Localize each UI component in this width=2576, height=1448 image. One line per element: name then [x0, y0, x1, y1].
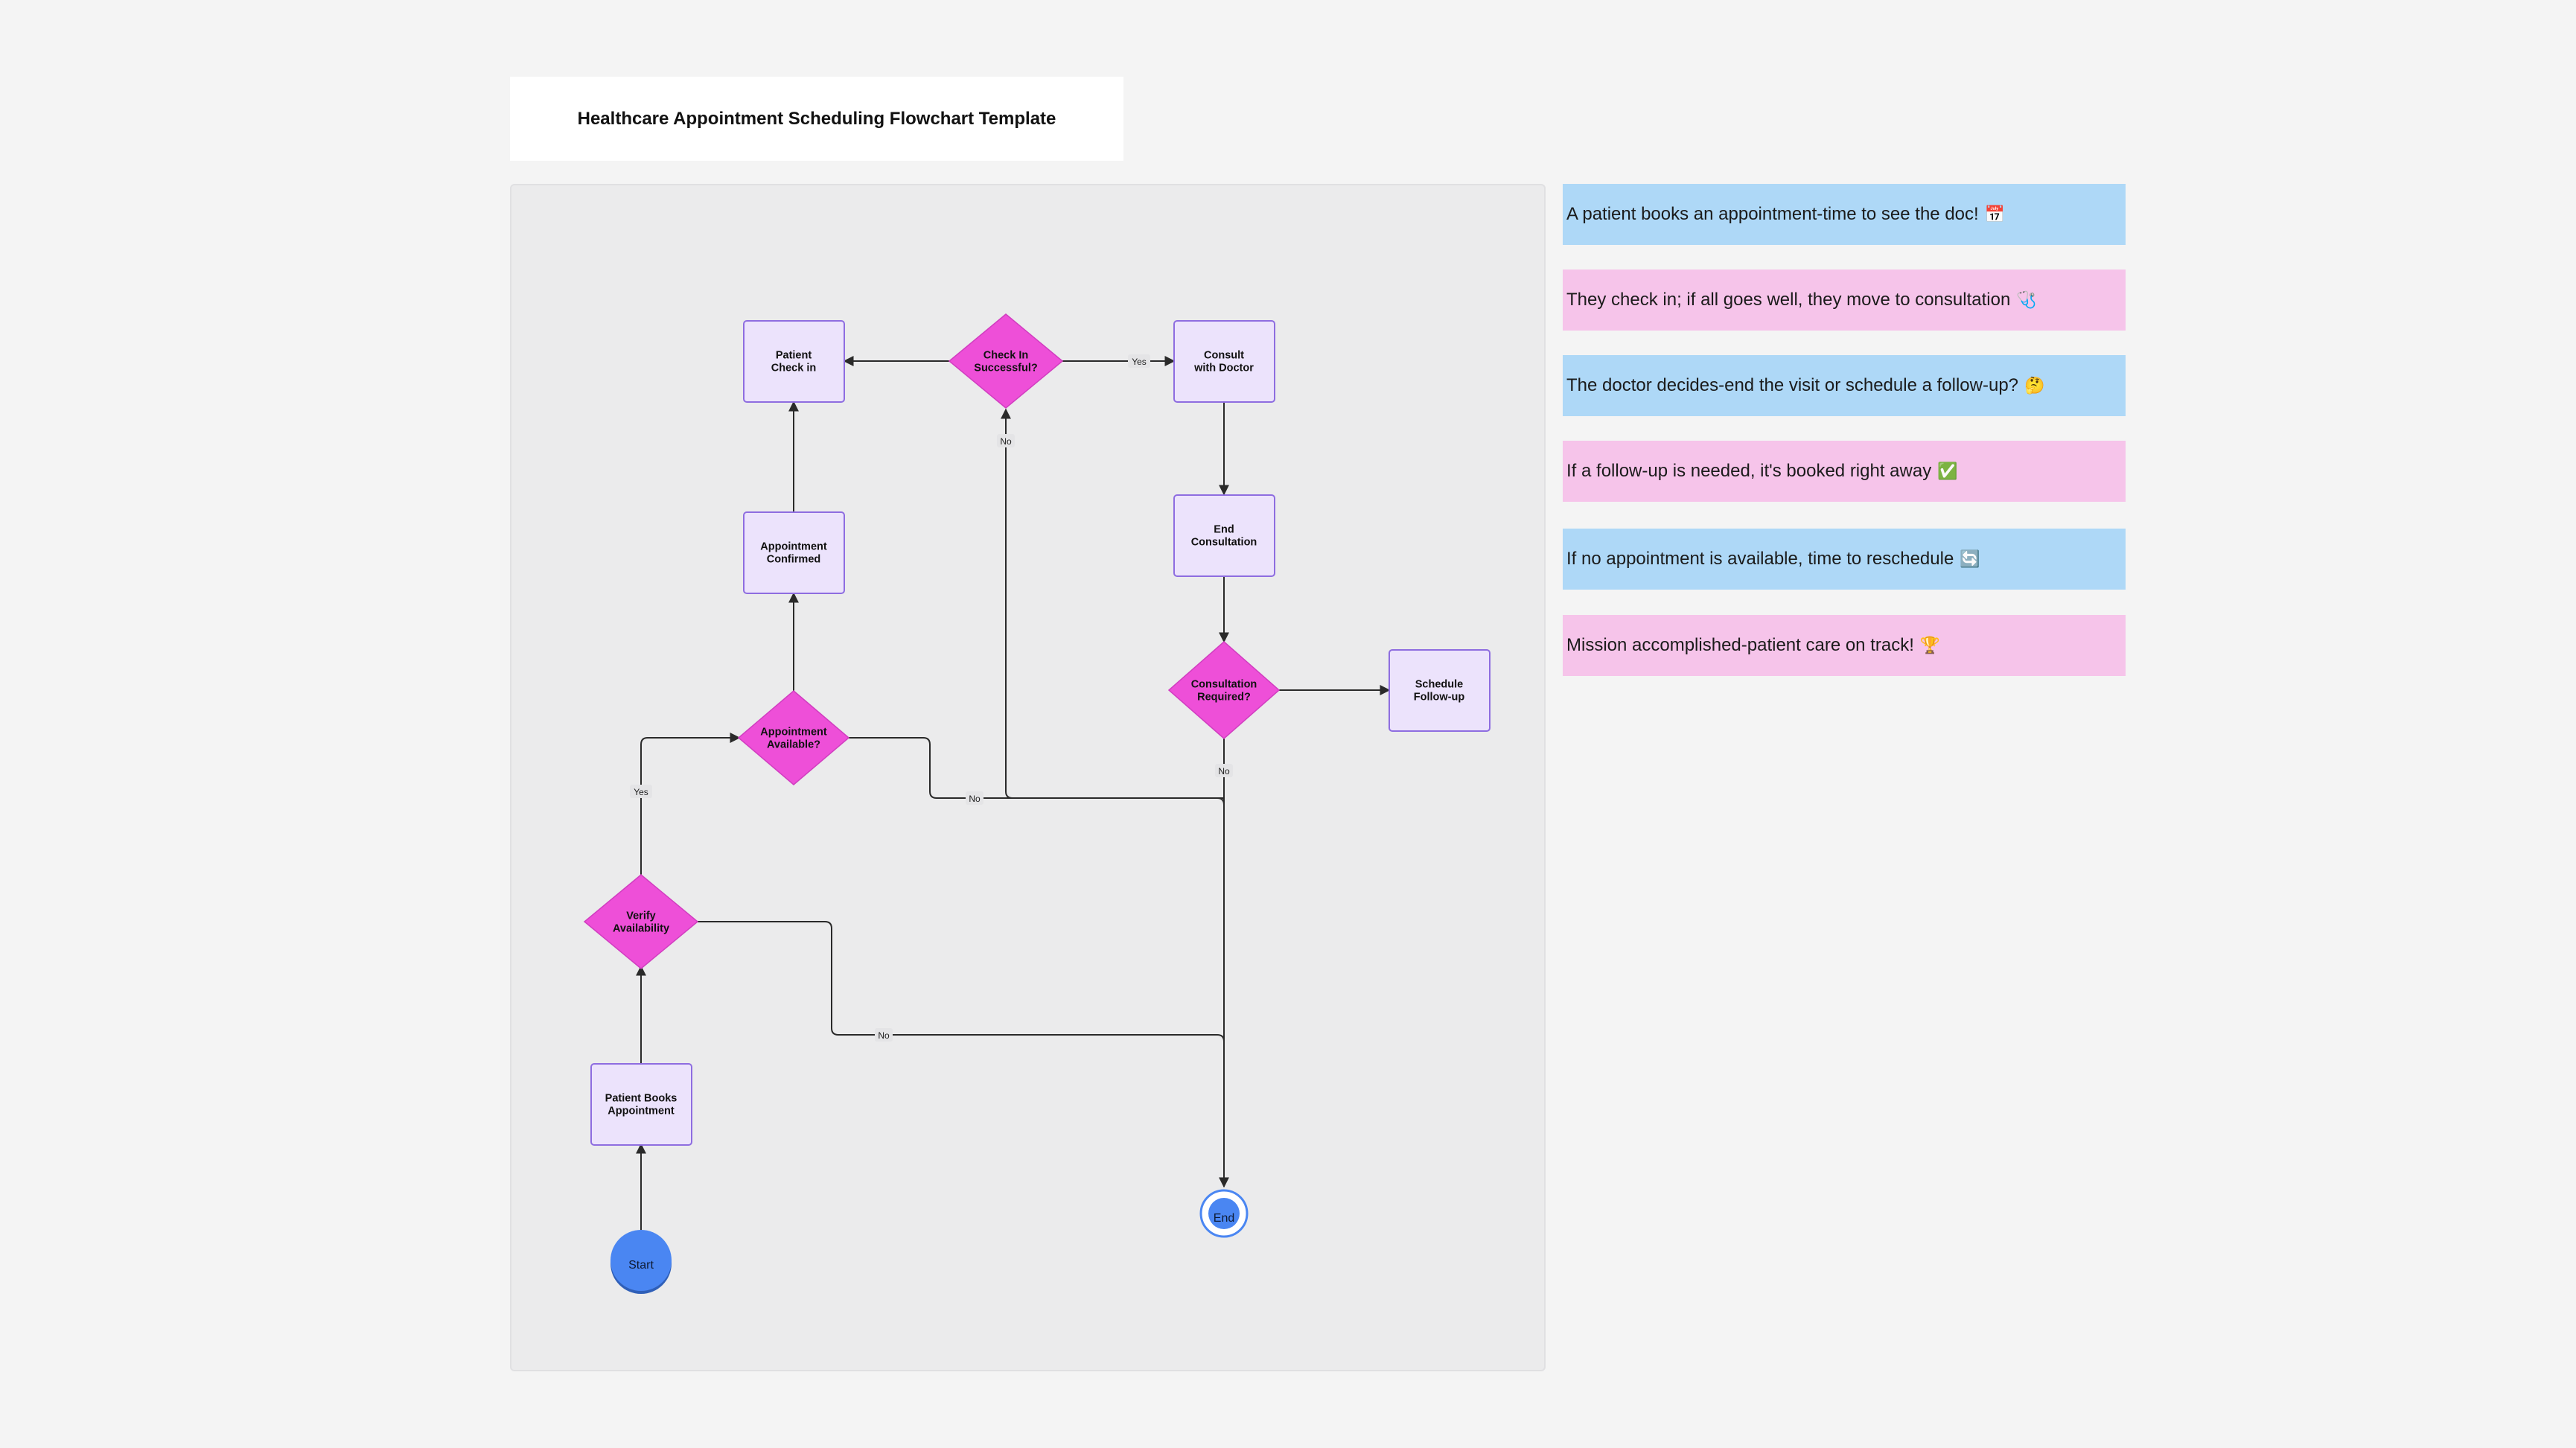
- node-label-line: Consultation: [1191, 679, 1257, 691]
- node-label: Appointment Available?: [760, 727, 827, 751]
- trophy-icon: 🏆: [1919, 636, 1941, 655]
- node-label-line: with Doctor: [1193, 363, 1254, 374]
- node-appointment-confirmed[interactable]: Appointment Confirmed: [743, 511, 845, 594]
- sticky-note[interactable]: Mission accomplished-patient care on tra…: [1563, 615, 2126, 676]
- edge-label-text: No: [1000, 436, 1012, 447]
- node-label-line: Appointment: [760, 727, 827, 739]
- sticky-note[interactable]: If no appointment is available, time to …: [1563, 529, 2126, 590]
- decision-verify-availability[interactable]: Verify Availability: [583, 874, 699, 969]
- decision-appointment-available[interactable]: Appointment Available?: [737, 690, 850, 785]
- check-mark-icon: ✅: [1937, 462, 1958, 481]
- node-label-line: Consultation: [1191, 537, 1257, 549]
- node-label-line: Check in: [771, 363, 816, 374]
- node-label-line: Consult: [1204, 350, 1244, 362]
- node-label-line: Successful?: [974, 363, 1038, 374]
- node-schedule-follow-up[interactable]: Schedule Follow-up: [1389, 649, 1491, 732]
- node-label-line: Patient: [776, 350, 812, 362]
- edge-checkinq-to-end: [1001, 408, 1224, 799]
- node-label: Patient Check in: [771, 350, 816, 374]
- sticky-note-text: A patient books an appointment-time to s…: [1566, 204, 1979, 224]
- node-label-line: Appointment: [760, 541, 827, 553]
- node-label-line: Verify: [626, 910, 656, 922]
- sticky-note[interactable]: The doctor decides-end the visit or sche…: [1563, 355, 2126, 416]
- node-consult-with-doctor[interactable]: Consult with Doctor: [1173, 320, 1275, 403]
- node-label: Consultation Required?: [1191, 679, 1257, 704]
- edge-label-text: No: [969, 794, 981, 804]
- node-label-line: Schedule: [1415, 679, 1463, 691]
- node-label-line: Available?: [767, 739, 820, 751]
- node-patient-books-appointment[interactable]: Patient Books Appointment: [590, 1063, 692, 1146]
- sticky-note[interactable]: They check in; if all goes well, they mo…: [1563, 269, 2126, 331]
- node-end-consultation[interactable]: End Consultation: [1173, 494, 1275, 577]
- refresh-icon: 🔄: [1960, 549, 1980, 569]
- edge-label-available-no: No: [966, 791, 983, 805]
- node-label-line: Required?: [1197, 692, 1251, 704]
- node-label-line: Confirmed: [767, 554, 821, 566]
- node-label: Schedule Follow-up: [1414, 679, 1465, 704]
- node-label-line: Follow-up: [1414, 692, 1465, 704]
- node-patient-check-in[interactable]: Patient Check in: [743, 320, 845, 403]
- sticky-note-text: They check in; if all goes well, they mo…: [1566, 290, 2011, 310]
- node-label-line: End: [1214, 524, 1234, 536]
- node-label: End: [1214, 1212, 1234, 1225]
- edge-available-to-end: [849, 737, 1225, 806]
- edge-label-verify-no: No: [875, 1028, 893, 1042]
- node-label: Check In Successful?: [974, 350, 1038, 374]
- node-label-line: Check In: [983, 350, 1028, 362]
- edge-label-check-in-no: No: [997, 434, 1015, 447]
- node-label-line: End: [1214, 1212, 1234, 1225]
- node-label: Appointment Confirmed: [760, 541, 827, 566]
- edge-verify-to-available: [640, 733, 741, 875]
- sticky-note[interactable]: If a follow-up is needed, it's booked ri…: [1563, 441, 2126, 502]
- flowchart-diagram: Yes No Yes No No No Patient Check in Con…: [583, 313, 1491, 1294]
- terminal-end[interactable]: End: [1199, 1189, 1249, 1238]
- edge-label-check-in-yes: Yes: [1128, 354, 1150, 368]
- edge-label-text: Yes: [1132, 357, 1147, 367]
- terminal-start[interactable]: Start: [610, 1230, 672, 1294]
- sticky-note-text: The doctor decides-end the visit or sche…: [1566, 375, 2019, 395]
- edge-label-text: No: [878, 1030, 890, 1041]
- node-label-line: Availability: [613, 923, 669, 935]
- node-label: Patient Books Appointment: [605, 1093, 678, 1117]
- node-label: Start: [628, 1259, 654, 1272]
- sticky-note[interactable]: A patient books an appointment-time to s…: [1563, 184, 2126, 245]
- edge-verify-to-end: [698, 921, 1225, 1042]
- edge-label-text: No: [1218, 766, 1230, 776]
- edge-label-required-no: No: [1215, 764, 1233, 777]
- calendar-icon: 📅: [1984, 205, 2006, 224]
- node-label-line: Patient Books: [605, 1093, 678, 1105]
- decision-consultation-required[interactable]: Consultation Required?: [1167, 641, 1281, 739]
- thinking-face-icon: 🤔: [2024, 376, 2045, 395]
- sticky-note-text: If a follow-up is needed, it's booked ri…: [1566, 461, 1932, 481]
- stethoscope-icon: 🩺: [2016, 290, 2037, 310]
- node-label-line: Start: [628, 1259, 654, 1272]
- sticky-note-text: Mission accomplished-patient care on tra…: [1566, 635, 1914, 655]
- edge-label-available-yes: Yes: [630, 785, 652, 798]
- sticky-note-text: If no appointment is available, time to …: [1566, 549, 1954, 569]
- node-label-line: Appointment: [608, 1106, 675, 1117]
- decision-check-in-successful[interactable]: Check In Successful?: [948, 313, 1064, 409]
- edge-label-text: Yes: [634, 787, 648, 797]
